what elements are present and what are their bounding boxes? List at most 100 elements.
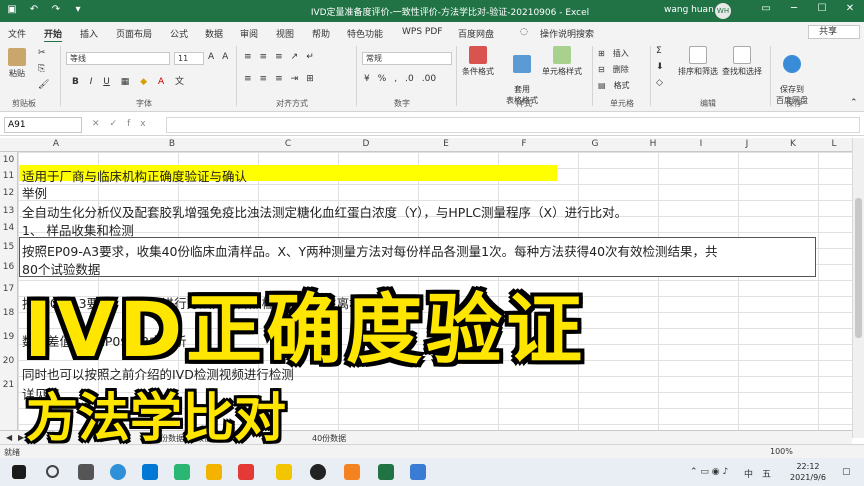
column-header-j[interactable]: J: [724, 139, 770, 149]
clock[interactable]: 22:12 2021/9/6: [788, 461, 828, 483]
avatar[interactable]: WH: [715, 3, 731, 19]
comma-icon[interactable]: ,: [394, 74, 397, 84]
paste-button[interactable]: 粘贴: [8, 48, 26, 79]
app-icon[interactable]: [310, 464, 326, 480]
increase-decimal-icon[interactable]: .0: [405, 74, 414, 84]
phonetic-icon[interactable]: 文: [175, 77, 184, 87]
sheet-tab[interactable]: 40份数据: [312, 433, 346, 444]
tab-formulas[interactable]: 公式: [170, 27, 188, 40]
app-icon[interactable]: [344, 464, 360, 480]
tell-me-search[interactable]: 操作说明搜索: [540, 27, 594, 40]
excel-icon[interactable]: [378, 464, 394, 480]
delete-cells-button[interactable]: ⊟ 删除: [598, 64, 637, 75]
row-header[interactable]: 15: [0, 237, 17, 257]
zoom-level[interactable]: 100%: [770, 447, 793, 456]
font-size-adjust[interactable]: AA: [208, 52, 236, 62]
enter-icon[interactable]: ✓: [110, 119, 128, 129]
tray-icons[interactable]: ⌃ ▭ ◉ ♪: [690, 467, 728, 477]
cut-icon[interactable]: ✂: [38, 48, 46, 58]
tab-file[interactable]: 文件: [8, 27, 26, 40]
tab-page-layout[interactable]: 页面布局: [116, 27, 152, 40]
align-left-icon[interactable]: ≡: [244, 74, 252, 84]
grow-font-icon[interactable]: A: [208, 52, 214, 62]
notification-icon[interactable]: ▢: [842, 467, 851, 477]
indent-icon[interactable]: ⇥: [291, 74, 299, 84]
folder-icon[interactable]: [206, 464, 222, 480]
collapse-ribbon-icon[interactable]: ⌃: [850, 98, 858, 108]
wrap-text-icon[interactable]: ↵: [306, 52, 314, 62]
mail-icon[interactable]: [142, 464, 158, 480]
save-icon[interactable]: ▣: [6, 4, 18, 16]
name-box[interactable]: A91: [4, 117, 82, 133]
share-button[interactable]: 共享: [808, 25, 860, 39]
tab-review[interactable]: 审阅: [240, 27, 258, 40]
border-icon[interactable]: ▦: [121, 77, 130, 87]
sort-filter-button[interactable]: 排序和筛选: [678, 46, 718, 77]
app-icon[interactable]: [238, 464, 254, 480]
row-header[interactable]: 11: [0, 168, 17, 184]
font-name-select[interactable]: 等线: [66, 52, 170, 65]
dropdown-icon[interactable]: ▾: [72, 4, 84, 16]
row-header[interactable]: 21: [0, 373, 17, 397]
merge-icon[interactable]: ⊞: [306, 74, 314, 84]
conditional-format-button[interactable]: 条件格式: [462, 46, 494, 77]
row-header[interactable]: 10: [0, 152, 17, 168]
next-sheet-icon[interactable]: ▶: [18, 433, 24, 442]
row-header[interactable]: 20: [0, 349, 17, 373]
tab-insert[interactable]: 插入: [80, 27, 98, 40]
ime-indicator[interactable]: 中: [744, 467, 753, 480]
font-color-icon[interactable]: A: [158, 77, 164, 87]
tab-baidu[interactable]: 百度网盘: [458, 27, 494, 40]
start-icon[interactable]: [12, 465, 26, 479]
font-size-select[interactable]: 11: [174, 52, 204, 65]
fx-icon[interactable]: fx: [127, 119, 156, 129]
shrink-font-icon[interactable]: A: [222, 52, 228, 62]
column-header-a[interactable]: A: [18, 139, 94, 149]
column-header-g[interactable]: G: [562, 139, 628, 149]
redo-icon[interactable]: ↷: [50, 4, 62, 16]
decrease-decimal-icon[interactable]: .00: [422, 74, 436, 84]
column-header-k[interactable]: K: [770, 139, 816, 149]
prev-sheet-icon[interactable]: ◀: [6, 433, 12, 442]
tab-data[interactable]: 数据: [205, 27, 223, 40]
fill-color-icon[interactable]: ◆: [140, 77, 147, 87]
ime-mode[interactable]: 五: [762, 467, 771, 480]
tab-view[interactable]: 视图: [276, 27, 294, 40]
format-cells-button[interactable]: ▤ 格式: [598, 80, 638, 91]
save-to-baidu-button[interactable]: 保存到 百度网盘: [776, 46, 808, 106]
vertical-scrollbar[interactable]: [852, 138, 864, 438]
column-header-b[interactable]: B: [94, 139, 250, 149]
orientation-icon[interactable]: ↗: [291, 52, 299, 62]
column-header-f[interactable]: F: [486, 139, 562, 149]
formula-input[interactable]: [166, 117, 860, 133]
undo-icon[interactable]: ↶: [28, 4, 40, 16]
minimize-button[interactable]: ─: [780, 3, 808, 14]
percent-icon[interactable]: %: [378, 74, 387, 84]
align-bottom-icon[interactable]: ≡: [275, 52, 283, 62]
tab-home[interactable]: 开始: [44, 27, 63, 43]
app-icon[interactable]: [410, 464, 426, 480]
underline-icon[interactable]: U: [103, 77, 110, 87]
search-icon[interactable]: [46, 465, 59, 478]
insert-cells-button[interactable]: ⊞ 插入: [598, 48, 637, 59]
currency-icon[interactable]: ¥: [364, 74, 370, 84]
tab-features[interactable]: 特色功能: [347, 27, 383, 40]
align-center-icon[interactable]: ≡: [260, 74, 268, 84]
row-header[interactable]: 19: [0, 325, 17, 349]
scrollbar-thumb[interactable]: [855, 198, 862, 338]
column-header-i[interactable]: I: [678, 139, 724, 149]
row-header[interactable]: 12: [0, 184, 17, 202]
close-button[interactable]: ✕: [836, 3, 864, 14]
row-header[interactable]: 18: [0, 301, 17, 325]
align-top-icon[interactable]: ≡: [244, 52, 252, 62]
cancel-icon[interactable]: ✕: [92, 119, 110, 129]
bold-icon[interactable]: B: [72, 77, 79, 87]
column-header-h[interactable]: H: [628, 139, 678, 149]
tab-wps-pdf[interactable]: WPS PDF: [402, 27, 442, 37]
format-as-table-button[interactable]: 套用 表格格式: [506, 46, 538, 106]
copy-icon[interactable]: ⎘: [38, 64, 45, 74]
ribbon-display-icon[interactable]: ▭: [752, 3, 780, 14]
edge-icon[interactable]: [110, 464, 126, 480]
row-header[interactable]: 17: [0, 277, 17, 301]
italic-icon[interactable]: I: [90, 77, 93, 87]
